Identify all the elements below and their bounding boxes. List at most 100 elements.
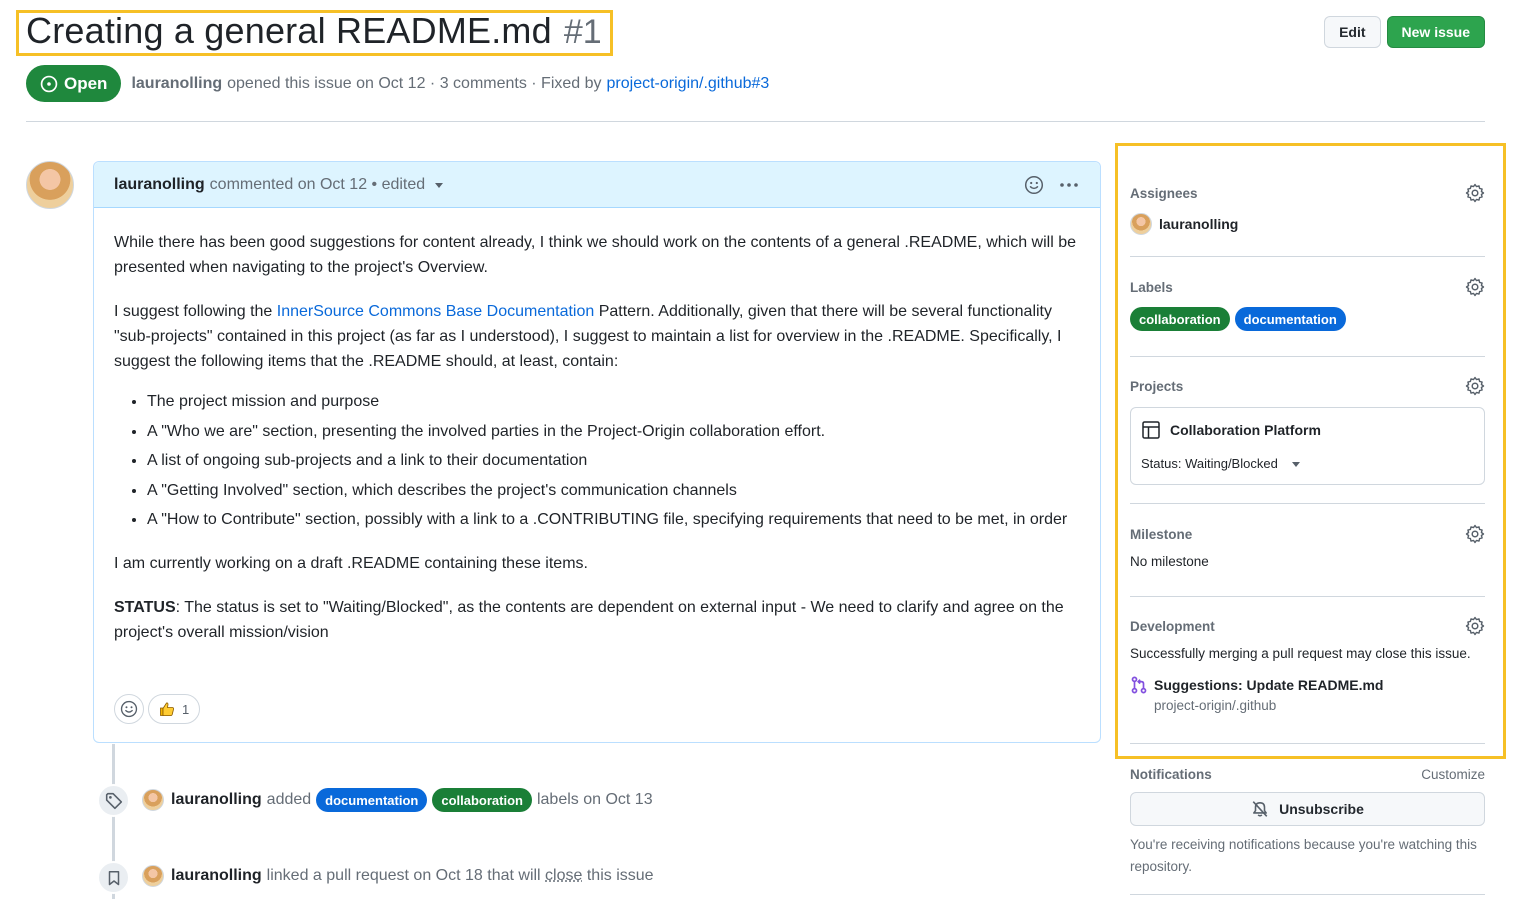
label-documentation[interactable]: documentation: [316, 788, 428, 812]
avatar[interactable]: [26, 161, 74, 209]
notifications-note: You're receiving notifications because y…: [1130, 837, 1477, 874]
thumbsup-count: 1: [182, 701, 190, 717]
issue-meta-text: opened this issue on Oct 12 · 3 comments…: [227, 74, 602, 92]
header-divider: [26, 121, 1485, 122]
gear-icon[interactable]: [1465, 616, 1485, 636]
sidebar-divider: [1130, 894, 1485, 895]
comment-author-link[interactable]: lauranolling: [114, 176, 205, 194]
project-name[interactable]: Collaboration Platform: [1170, 422, 1321, 438]
assignees-heading: Assignees: [1130, 185, 1198, 201]
sidebar-divider: [1130, 743, 1485, 744]
comment-body: While there has been good suggestions fo…: [94, 208, 1100, 645]
projects-heading: Projects: [1130, 378, 1184, 394]
milestone-section: Milestone No milestone: [1130, 524, 1485, 569]
label-collaboration[interactable]: collaboration: [432, 788, 532, 812]
labels-heading: Labels: [1130, 279, 1173, 295]
close-keyword: close: [545, 867, 583, 884]
label-collaboration[interactable]: collaboration: [1130, 307, 1230, 331]
development-heading: Development: [1130, 618, 1215, 634]
thumbsup-icon: [160, 702, 175, 716]
issue-title: Creating a general README.md: [26, 10, 552, 51]
header-actions: Edit New issue: [1324, 16, 1485, 48]
gear-icon[interactable]: [1465, 183, 1485, 203]
projects-section: Projects Collaboration Platform Status: …: [1130, 376, 1485, 485]
project-card: Collaboration Platform Status: Waiting/B…: [1130, 407, 1485, 485]
unsubscribe-button[interactable]: Unsubscribe: [1130, 792, 1485, 826]
timeline-event-labels: lauranolling added documentation collabo…: [142, 788, 653, 812]
comment-meta: commented on Oct 12 • edited: [209, 175, 426, 193]
list-item: A "How to Contribute" section, possibly …: [147, 507, 1080, 532]
event-suffix: labels on Oct 13: [536, 791, 653, 808]
event-text: linked a pull request on Oct 18 that wil…: [266, 867, 546, 884]
comment-paragraph-2: I suggest following the InnerSource Comm…: [114, 299, 1080, 374]
issue-title-row: Creating a general README.md #1: [26, 10, 602, 52]
fixed-by-link[interactable]: project-origin/.github#3: [607, 75, 770, 93]
comment-paragraph-3: I am currently working on a draft .READM…: [114, 555, 588, 572]
label-documentation[interactable]: documentation: [1234, 307, 1346, 331]
assignees-section: Assignees lauranolling: [1130, 183, 1485, 235]
timeline-badge: [97, 861, 130, 894]
pull-request-title[interactable]: Suggestions: Update README.md: [1154, 677, 1383, 693]
gear-icon[interactable]: [1465, 524, 1485, 544]
milestone-value: No milestone: [1130, 554, 1209, 569]
comment-status-paragraph: STATUS: The status is set to "Waiting/Bl…: [114, 595, 1080, 645]
project-status: Status: Waiting/Blocked: [1141, 456, 1278, 471]
issue-open-icon: [40, 75, 58, 92]
event-action: added: [266, 791, 312, 808]
triangle-down-icon[interactable]: [433, 179, 445, 191]
list-item: The project mission and purpose: [147, 389, 1080, 414]
issue-author-link[interactable]: lauranolling: [131, 75, 222, 93]
notifications-section: Notifications Customize Unsubscribe You'…: [1130, 767, 1485, 878]
status-badge: Open: [26, 65, 122, 102]
suggestion-list: The project mission and purpose A "Who w…: [147, 389, 1080, 532]
avatar[interactable]: [142, 865, 164, 887]
comment-paragraph-1: While there has been good suggestions fo…: [114, 234, 1077, 276]
triangle-down-icon: [1291, 461, 1300, 467]
list-item: A "Getting Involved" section, which desc…: [147, 478, 1080, 503]
bell-slash-icon: [1252, 801, 1268, 817]
avatar[interactable]: [1130, 213, 1152, 235]
development-text: Successfully merging a pull request may …: [1130, 646, 1471, 661]
pull-request-repo[interactable]: project-origin/.github: [1154, 698, 1485, 713]
status-label: Open: [64, 73, 108, 93]
issue-comment: lauranolling commented on Oct 12 • edite…: [93, 161, 1101, 743]
status-text: : The status is set to "Waiting/Blocked"…: [114, 599, 1064, 641]
linked-pull-request[interactable]: Suggestions: Update README.md: [1130, 676, 1485, 694]
list-item: A list of ongoing sub-projects and a lin…: [147, 448, 1080, 473]
add-reaction-button[interactable]: [114, 694, 144, 724]
thumbsup-reaction-button[interactable]: 1: [148, 694, 201, 724]
issue-meta: Open lauranolling opened this issue on O…: [26, 65, 769, 102]
new-issue-button[interactable]: New issue: [1386, 16, 1485, 48]
event-author-link[interactable]: lauranolling: [171, 791, 262, 809]
git-pull-request-icon: [1131, 676, 1147, 694]
sidebar-divider: [1130, 256, 1485, 257]
tag-icon: [105, 792, 122, 809]
bookmark-icon: [108, 870, 119, 885]
sidebar-divider: [1130, 596, 1485, 597]
milestone-heading: Milestone: [1130, 526, 1193, 542]
smiley-icon[interactable]: [1024, 175, 1044, 195]
list-item: A "Who we are" section, presenting the i…: [147, 419, 1080, 444]
project-status-dropdown[interactable]: Status: Waiting/Blocked: [1141, 456, 1474, 471]
issue-number: #1: [563, 13, 602, 51]
gear-icon[interactable]: [1465, 376, 1485, 396]
innersource-link[interactable]: InnerSource Commons Base Documentation: [277, 303, 595, 320]
gear-icon[interactable]: [1465, 277, 1485, 297]
assignee-name[interactable]: lauranolling: [1159, 216, 1238, 232]
kebab-icon[interactable]: [1058, 175, 1080, 195]
edit-button[interactable]: Edit: [1324, 16, 1381, 48]
sidebar-divider: [1130, 503, 1485, 504]
comment-text: I suggest following the: [114, 303, 277, 320]
unsubscribe-label: Unsubscribe: [1279, 801, 1364, 817]
smiley-icon: [120, 700, 138, 718]
notifications-heading: Notifications: [1130, 767, 1212, 782]
sidebar-divider: [1130, 356, 1485, 357]
reactions-bar: 1: [114, 694, 201, 724]
comment-header: lauranolling commented on Oct 12 • edite…: [94, 162, 1100, 208]
labels-section: Labels collaboration documentation: [1130, 277, 1485, 331]
table-icon: [1142, 421, 1160, 439]
timeline-event-linked-pr: lauranolling linked a pull request on Oc…: [142, 865, 654, 887]
customize-link[interactable]: Customize: [1421, 767, 1485, 782]
event-author-link[interactable]: lauranolling: [171, 867, 262, 885]
avatar[interactable]: [142, 789, 164, 811]
